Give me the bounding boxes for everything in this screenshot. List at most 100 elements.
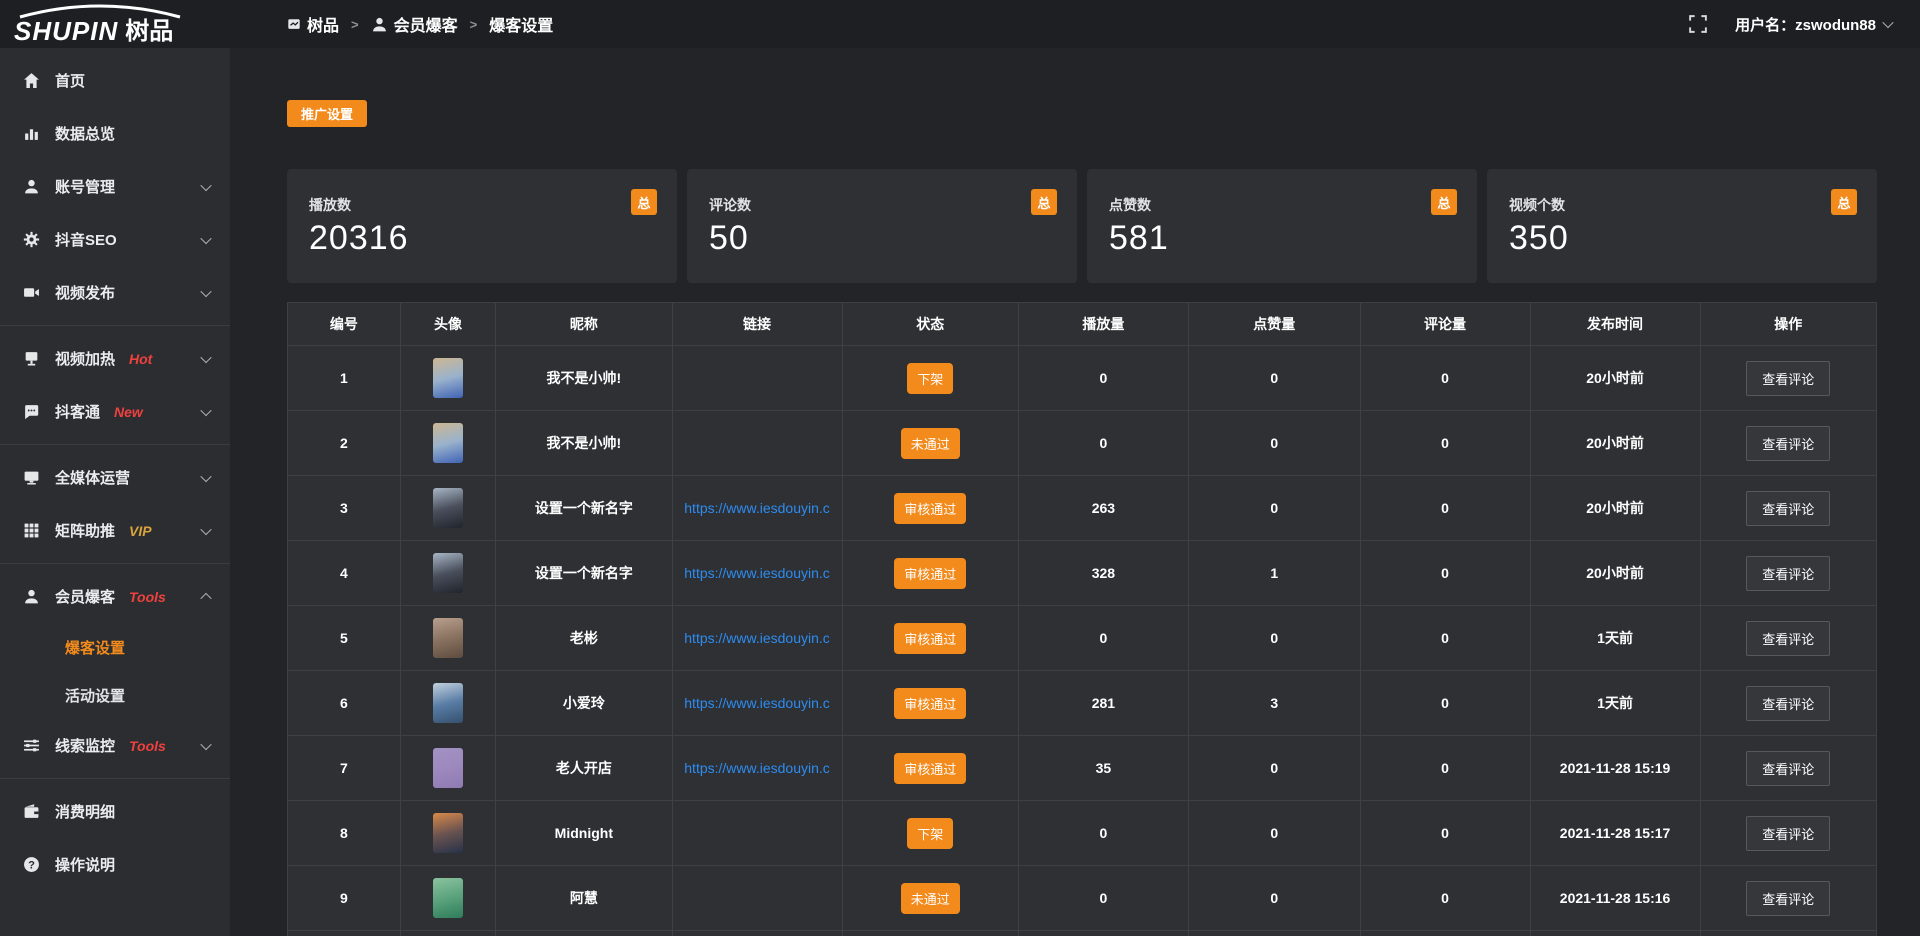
breadcrumb-item-member-baoke[interactable]: 会员爆客: [371, 12, 458, 36]
sidebar-item-matrix-boost[interactable]: 矩阵助推VIP: [0, 504, 230, 557]
promo-settings-button[interactable]: 推广设置: [287, 100, 367, 127]
breadcrumb-item-shupin[interactable]: 树品: [287, 12, 339, 36]
sidebar-item-operation-guide[interactable]: ?操作说明: [0, 838, 230, 891]
bar-chart-icon: [22, 125, 40, 142]
publish-time-text: 2021-11-28 15:17: [1560, 825, 1671, 841]
table-row: 7老人开店https://www.iesdouyin.c审核通过35002021…: [288, 736, 1877, 801]
status-cell: 审核通过: [842, 541, 1018, 606]
action-cell: 查看评论: [1700, 671, 1876, 736]
row-id: 1: [288, 346, 401, 411]
status-cell: 审核通过: [842, 476, 1018, 541]
like-count: 0: [1188, 606, 1360, 671]
nickname-text: 小爱玲: [563, 695, 605, 711]
row-id-text: 7: [340, 760, 348, 776]
like-count-text: 0: [1270, 500, 1278, 516]
link-cell: [672, 346, 842, 411]
row-id: 9: [288, 866, 401, 931]
breadcrumb-item-baoke-settings[interactable]: 爆客设置: [489, 12, 553, 36]
publish-time: 20小时前: [1530, 346, 1700, 411]
comment-count: 0: [1360, 736, 1530, 801]
view-comments-button[interactable]: 查看评论: [1746, 751, 1830, 786]
sidebar-item-video-heat[interactable]: 视频加热Hot: [0, 332, 230, 385]
comment-count-text: 0: [1441, 630, 1449, 646]
sidebar-divider: [0, 778, 230, 779]
question-icon: ?: [22, 856, 40, 873]
stat-card-0: 播放数20316总: [287, 169, 677, 283]
video-link[interactable]: https://www.iesdouyin.c: [684, 500, 830, 516]
view-comments-button[interactable]: 查看评论: [1746, 686, 1830, 721]
nickname-text: 设置一个新名字: [535, 500, 633, 516]
action-cell: 查看评论: [1700, 801, 1876, 866]
publish-time: 20小时前: [1530, 541, 1700, 606]
wallet-icon: [22, 803, 40, 820]
comment-count: 0: [1360, 671, 1530, 736]
nickname: 老彬: [496, 606, 672, 671]
sidebar-item-douketong[interactable]: 抖客通New: [0, 385, 230, 438]
sidebar-item-video-publish[interactable]: 视频发布: [0, 266, 230, 319]
avatar-cell: [400, 866, 495, 931]
status-badge: 审核通过: [894, 558, 966, 589]
table-row: 9阿慧未通过0002021-11-28 15:16查看评论: [288, 866, 1877, 931]
stat-label: 视频个数: [1509, 195, 1857, 215]
comment-count-text: 0: [1441, 565, 1449, 581]
chevron-down-icon: [200, 232, 211, 243]
user-icon: [22, 178, 40, 195]
like-count-text: 0: [1270, 370, 1278, 386]
avatar: [433, 813, 463, 853]
username-label: 用户名：zswodun88: [1735, 14, 1876, 35]
status-cell: 审核通过: [842, 736, 1018, 801]
stat-label: 评论数: [709, 195, 1057, 215]
sidebar-item-all-media-ops[interactable]: 全媒体运营: [0, 451, 230, 504]
column-header: 昵称: [496, 303, 672, 346]
status-cell: 下架: [842, 346, 1018, 411]
sidebar-item-consume-detail[interactable]: 消费明细: [0, 785, 230, 838]
sidebar-subitem-baoke-settings[interactable]: 爆客设置: [0, 623, 230, 671]
row-id-text: 6: [340, 695, 348, 711]
nickname-text: 我不是小帅!: [546, 435, 621, 451]
status-badge: 下架: [907, 363, 953, 394]
sidebar-item-data-overview[interactable]: 数据总览: [0, 107, 230, 160]
publish-time: 1天前: [1530, 606, 1700, 671]
sidebar-subitem-activity-settings[interactable]: 活动设置: [0, 671, 230, 719]
status-cell: 未通过: [842, 411, 1018, 476]
view-comments-button[interactable]: 查看评论: [1746, 491, 1830, 526]
play-count: 0: [1018, 411, 1188, 476]
avatar: [433, 748, 463, 788]
view-comments-button[interactable]: 查看评论: [1746, 556, 1830, 591]
view-comments-button[interactable]: 查看评论: [1746, 361, 1830, 396]
row-id: 2: [288, 411, 401, 476]
chevron-down-icon: [200, 179, 211, 190]
avatar-cell: [400, 606, 495, 671]
user-menu[interactable]: 用户名：zswodun88: [1735, 14, 1892, 35]
sidebar-item-member-baoke[interactable]: 会员爆客Tools: [0, 570, 230, 623]
empty-cell: [1700, 931, 1876, 936]
view-comments-button[interactable]: 查看评论: [1746, 816, 1830, 851]
gear-icon: [22, 231, 40, 248]
comment-count: 0: [1360, 606, 1530, 671]
like-count-text: 3: [1270, 695, 1278, 711]
sidebar-item-home[interactable]: 首页: [0, 54, 230, 107]
sidebar-item-account-manage[interactable]: 账号管理: [0, 160, 230, 213]
video-link[interactable]: https://www.iesdouyin.c: [684, 760, 830, 776]
stat-label: 点赞数: [1109, 195, 1457, 215]
link-cell: https://www.iesdouyin.c: [672, 606, 842, 671]
empty-cell: [1188, 931, 1360, 936]
nickname-text: 设置一个新名字: [535, 565, 633, 581]
table-row: 5老彬https://www.iesdouyin.c审核通过0001天前查看评论: [288, 606, 1877, 671]
nickname-text: 老彬: [570, 630, 598, 646]
topbar: SHUPIN 树品 树品>会员爆客>爆客设置 用户名：zswodun88: [0, 0, 1920, 48]
nickname: 我不是小帅!: [496, 346, 672, 411]
empty-cell: [1530, 931, 1700, 936]
sidebar-item-clue-monitor[interactable]: 线索监控Tools: [0, 719, 230, 772]
fullscreen-icon[interactable]: [1689, 15, 1707, 33]
view-comments-button[interactable]: 查看评论: [1746, 881, 1830, 916]
video-link[interactable]: https://www.iesdouyin.c: [684, 565, 830, 581]
grid-icon: [22, 522, 40, 539]
video-link[interactable]: https://www.iesdouyin.c: [684, 630, 830, 646]
video-link[interactable]: https://www.iesdouyin.c: [684, 695, 830, 711]
view-comments-button[interactable]: 查看评论: [1746, 426, 1830, 461]
avatar-cell: [400, 931, 495, 936]
sidebar-item-douyin-seo[interactable]: 抖音SEO: [0, 213, 230, 266]
table-header: 编号头像昵称链接状态播放量点赞量评论量发布时间操作: [288, 303, 1877, 346]
view-comments-button[interactable]: 查看评论: [1746, 621, 1830, 656]
